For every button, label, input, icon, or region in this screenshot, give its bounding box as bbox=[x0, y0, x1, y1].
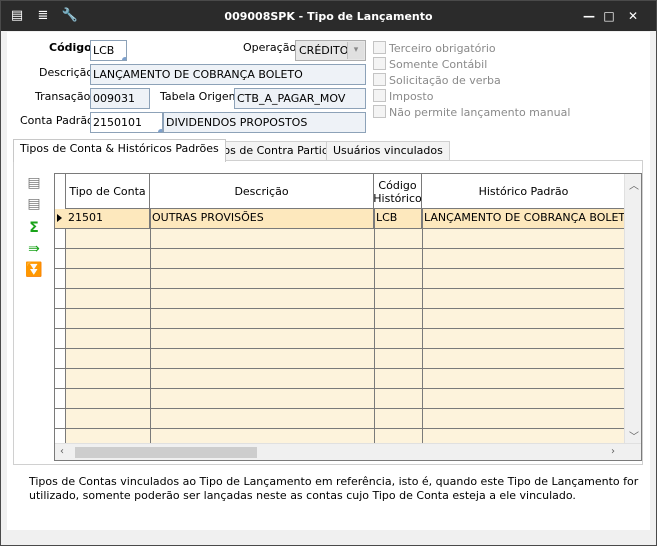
scroll-left-icon[interactable]: ‹ bbox=[60, 446, 64, 457]
codigo-value: LCB bbox=[93, 44, 115, 57]
checkbox[interactable] bbox=[373, 57, 386, 70]
current-row-indicator-icon bbox=[57, 214, 62, 222]
transacao-label: Transação: bbox=[35, 90, 95, 103]
scroll-thumb[interactable] bbox=[75, 447, 257, 458]
cell-historico-padrao[interactable]: LANÇAMENTO DE COBRANÇA BOLETO bbox=[422, 209, 625, 228]
tab-usuarios-vinculados[interactable]: Usuários vinculados bbox=[326, 141, 450, 161]
checkbox-somente-contabil[interactable]: Somente Contábil bbox=[373, 57, 487, 73]
maximize-button[interactable]: □ bbox=[599, 7, 619, 25]
grid-header: Tipo de Conta Descrição Código Histórico… bbox=[55, 174, 625, 209]
tabela-origem-field[interactable]: CTB_A_PAGAR_MOV bbox=[234, 88, 366, 109]
header-tipo-de-conta[interactable]: Tipo de Conta bbox=[66, 174, 150, 209]
empty-grid-row bbox=[55, 369, 625, 389]
header-descricao[interactable]: Descrição bbox=[150, 174, 374, 209]
descricao-value: LANÇAMENTO DE COBRANÇA BOLETO bbox=[93, 68, 303, 81]
tabela-origem-label: Tabela Origem: bbox=[160, 90, 244, 103]
transacao-field[interactable]: 009031 bbox=[90, 88, 150, 109]
scroll-up-icon[interactable]: ︿ bbox=[629, 177, 639, 192]
export-icon[interactable]: ⇛ bbox=[25, 241, 43, 257]
conta-padrao-desc: DIVIDENDOS PROPOSTOS bbox=[166, 116, 308, 129]
operacao-value: CRÉDITO bbox=[299, 44, 349, 57]
title-bar[interactable]: ▤ ≣ 🔧 009008SPK - Tipo de Lançamento — □… bbox=[1, 1, 656, 31]
empty-grid-row bbox=[55, 249, 625, 269]
cell-codigo-historico[interactable]: LCB bbox=[374, 209, 422, 228]
horizontal-scrollbar[interactable]: ‹ › bbox=[55, 443, 641, 460]
transacao-value: 009031 bbox=[93, 92, 135, 105]
checkbox[interactable] bbox=[373, 41, 386, 54]
checkbox[interactable] bbox=[373, 73, 386, 86]
window-title: 009008SPK - Tipo de Lançamento bbox=[224, 10, 433, 23]
scroll-right-icon[interactable]: › bbox=[611, 446, 615, 457]
operacao-select[interactable]: CRÉDITO ▾ bbox=[295, 40, 366, 61]
help-text: Tipos de Contas vinculados ao Tipo de La… bbox=[29, 475, 639, 502]
empty-grid-row bbox=[55, 349, 625, 369]
minimize-button[interactable]: — bbox=[579, 7, 599, 25]
checkbox-label: Não permite lançamento manual bbox=[389, 106, 571, 119]
descricao-field[interactable]: LANÇAMENTO DE COBRANÇA BOLETO bbox=[90, 64, 366, 85]
checkbox-nao-permite-lancamento-manual[interactable]: Não permite lançamento manual bbox=[373, 105, 570, 121]
column-divider bbox=[150, 209, 151, 444]
empty-grid-row bbox=[55, 289, 625, 309]
checkbox[interactable] bbox=[373, 105, 386, 118]
tabela-origem-value: CTB_A_PAGAR_MOV bbox=[237, 92, 346, 105]
column-divider bbox=[374, 209, 375, 444]
add-row-icon[interactable]: ▤ bbox=[25, 175, 43, 191]
header-codigo-historico[interactable]: Código Histórico bbox=[373, 174, 422, 209]
checkbox[interactable] bbox=[373, 89, 386, 102]
operacao-label: Operação: bbox=[243, 41, 300, 54]
empty-grid-row bbox=[55, 269, 625, 289]
column-divider bbox=[422, 209, 423, 444]
checkbox-label: Terceiro obrigatório bbox=[389, 42, 496, 55]
checkbox-label: Somente Contábil bbox=[389, 58, 488, 71]
lookup-icon[interactable] bbox=[122, 57, 126, 60]
chevron-down-icon[interactable]: ▾ bbox=[347, 42, 364, 59]
empty-grid-row bbox=[55, 409, 625, 429]
header-historico-padrao[interactable]: Histórico Padrão bbox=[422, 174, 625, 209]
tab-panel: ▤ ▤ Σ ⇛ ⏬ Tipo de Conta Descrição Código… bbox=[13, 160, 643, 465]
sum-icon[interactable]: Σ bbox=[25, 220, 43, 236]
checkbox-solicitacao-verba[interactable]: Solicitação de verba bbox=[373, 73, 501, 89]
conta-padrao-code: 2150101 bbox=[93, 116, 142, 129]
dialog-window: ▤ ≣ 🔧 009008SPK - Tipo de Lançamento — □… bbox=[0, 0, 657, 546]
empty-grid-row bbox=[55, 329, 625, 349]
cell-tipo-de-conta[interactable]: 21501 bbox=[66, 209, 150, 228]
remove-row-icon[interactable]: ▤ bbox=[25, 196, 43, 212]
empty-grid-row bbox=[55, 389, 625, 409]
vertical-scrollbar[interactable]: ︿ ﹀ bbox=[624, 174, 641, 444]
data-grid[interactable]: Tipo de Conta Descrição Código Histórico… bbox=[54, 173, 642, 461]
close-button[interactable]: ✕ bbox=[623, 7, 643, 25]
conta-padrao-label: Conta Padrão: bbox=[20, 114, 98, 127]
conta-padrao-code-field[interactable]: 2150101 bbox=[90, 112, 163, 133]
descricao-label: Descrição: bbox=[39, 66, 97, 79]
table-row[interactable]: 21501 OUTRAS PROVISÕES LCB LANÇAMENTO DE… bbox=[55, 209, 625, 229]
tab-tipos-de-conta[interactable]: Tipos de Conta & Históricos Padrões bbox=[13, 139, 226, 162]
checkbox-terceiro-obrigatorio[interactable]: Terceiro obrigatório bbox=[373, 41, 496, 57]
checkbox-imposto[interactable]: Imposto bbox=[373, 89, 433, 105]
checkbox-label: Solicitação de verba bbox=[389, 74, 501, 87]
collapse-down-icon[interactable]: ⏬ bbox=[25, 262, 43, 278]
cell-descricao[interactable]: OUTRAS PROVISÕES bbox=[150, 209, 374, 228]
scroll-down-icon[interactable]: ﹀ bbox=[629, 428, 639, 443]
empty-grid-row bbox=[55, 309, 625, 329]
conta-padrao-desc-field: DIVIDENDOS PROPOSTOS bbox=[163, 112, 366, 133]
empty-grid-row bbox=[55, 229, 625, 249]
dialog-content: Código: LCB Operação: CRÉDITO ▾ Descriçã… bbox=[7, 32, 650, 530]
codigo-field[interactable]: LCB bbox=[90, 40, 127, 61]
checkbox-label: Imposto bbox=[389, 90, 434, 103]
